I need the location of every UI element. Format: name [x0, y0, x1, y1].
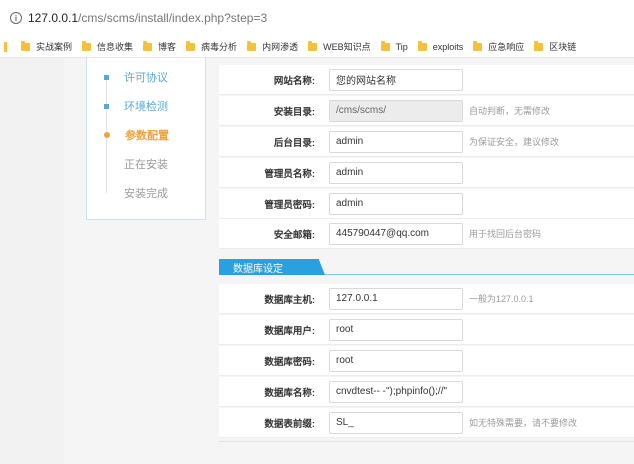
step-installing: 正在安装: [87, 154, 207, 174]
bookmark-item[interactable]: 内网渗透: [247, 40, 298, 53]
folder-icon: [4, 41, 7, 52]
step-marker-icon: [104, 162, 109, 167]
step-env-check: 环境检测: [87, 96, 207, 116]
email-hint: 用于找回后台密码: [469, 229, 542, 239]
db-pass-input[interactable]: root: [329, 349, 463, 372]
step-done: 安装完成: [87, 183, 207, 203]
db-host-input[interactable]: 127.0.0.1: [329, 287, 463, 310]
bookmark-item[interactable]: WEB知识点: [308, 40, 371, 53]
install-dir-hint: 自动判断，无需修改: [469, 106, 551, 116]
admin-user-input[interactable]: admin: [329, 161, 463, 184]
admin-dir-input[interactable]: admin: [329, 130, 463, 153]
db-host-label: 数据库主机:: [264, 294, 315, 306]
row-db-pass: 数据库密码: root: [219, 346, 634, 376]
bookmark-item[interactable]: exploits: [417, 40, 463, 52]
address-bar[interactable]: i 127.0.0.1/cms/scms/install/index.php?s…: [0, 0, 634, 36]
bookmark-item[interactable]: 区块链: [534, 40, 576, 53]
admin-user-label: 管理员名称:: [264, 168, 315, 180]
install-dir-input: /cms/scms/: [329, 99, 463, 122]
db-user-input[interactable]: root: [329, 318, 463, 341]
db-user-label: 数据库用户:: [264, 325, 315, 337]
db-host-hint: 一般为127.0.0.1: [469, 294, 534, 304]
folder-icon: [186, 40, 196, 51]
left-margin: [0, 58, 64, 464]
bookmarks-bar: 实战案例 信息收集 博客 病毒分析 内网渗透 WEB知识点 Tip exploi…: [0, 36, 634, 58]
row-db-prefix: 数据表前缀: SL_ 如无特殊需要，请不要修改: [219, 408, 634, 438]
step-license: 许可协议: [87, 67, 207, 87]
bookmark-item[interactable]: Tip: [380, 40, 408, 52]
step-marker-icon: [104, 191, 109, 196]
db-section-header: 数据库设定: [219, 259, 634, 275]
folder-icon: [380, 40, 390, 51]
folder-icon: [247, 40, 257, 51]
db-name-input[interactable]: cnvdtest-- -");phpinfo();//": [329, 380, 463, 403]
step-marker-icon: [104, 103, 109, 109]
bookmark-item[interactable]: 应急响应: [473, 40, 524, 53]
db-name-label: 数据库名称:: [264, 387, 315, 399]
site-name-input[interactable]: 您的网站名称: [329, 68, 463, 91]
bookmark-item[interactable]: 病毒分析: [186, 40, 237, 53]
folder-icon: [21, 40, 30, 51]
row-db-host: 数据库主机: 127.0.0.1 一般为127.0.0.1: [219, 284, 634, 314]
row-email: 安全邮箱: 445790447@qq.com 用于找回后台密码: [219, 219, 634, 249]
db-section-title: 数据库设定: [219, 259, 325, 275]
admin-pass-label: 管理员密码:: [264, 199, 315, 211]
url-path: /cms/scms/install/index.php?step=3: [78, 11, 268, 25]
row-admin-pass: 管理员密码: admin: [219, 189, 634, 219]
folder-icon: [82, 40, 92, 51]
step-config: 参数配置: [87, 125, 207, 145]
admin-dir-hint: 为保证安全，建议修改: [469, 137, 560, 147]
bookmark-item[interactable]: 信息收集: [82, 40, 133, 53]
row-admin-user: 管理员名称: admin: [219, 158, 634, 188]
step-list: 许可协议 环境检测 参数配置 正在安装 安装完成: [86, 58, 206, 220]
row-install-dir: 安装目录: /cms/scms/ 自动判断，无需修改: [219, 96, 634, 126]
step-marker-icon: [104, 74, 109, 80]
folder-icon: [308, 40, 318, 51]
folder-icon: [417, 40, 427, 51]
db-prefix-hint: 如无特殊需要，请不要修改: [469, 418, 578, 428]
folder-icon: [143, 40, 153, 51]
info-icon[interactable]: i: [10, 12, 22, 24]
install-dir-label: 安装目录:: [273, 106, 315, 118]
folder-icon: [534, 40, 544, 51]
row-admin-dir: 后台目录: admin 为保证安全，建议修改: [219, 127, 634, 157]
form-bottom-divider: [219, 441, 634, 442]
bookmark-item[interactable]: 博客: [143, 40, 176, 53]
email-input[interactable]: 445790447@qq.com: [329, 222, 463, 245]
db-prefix-label: 数据表前缀:: [264, 418, 315, 430]
email-label: 安全邮箱:: [273, 229, 315, 241]
url-host: 127.0.0.1: [28, 11, 79, 25]
row-site-name: 网站名称: 您的网站名称: [219, 65, 634, 95]
admin-dir-label: 后台目录:: [273, 137, 315, 149]
install-page: 许可协议 环境检测 参数配置 正在安装 安装完成 网站名称: 您的网站名称 安装…: [0, 58, 634, 464]
folder-icon: [473, 40, 483, 51]
db-pass-label: 数据库密码:: [264, 356, 315, 368]
row-db-user: 数据库用户: root: [219, 315, 634, 345]
admin-pass-input[interactable]: admin: [329, 192, 463, 215]
db-prefix-input[interactable]: SL_: [329, 411, 463, 434]
row-db-name: 数据库名称: cnvdtest-- -");phpinfo();//": [219, 377, 634, 407]
step-marker-icon: [104, 132, 110, 138]
site-name-label: 网站名称:: [273, 75, 315, 87]
bookmark-item[interactable]: 实战案例: [21, 40, 72, 53]
